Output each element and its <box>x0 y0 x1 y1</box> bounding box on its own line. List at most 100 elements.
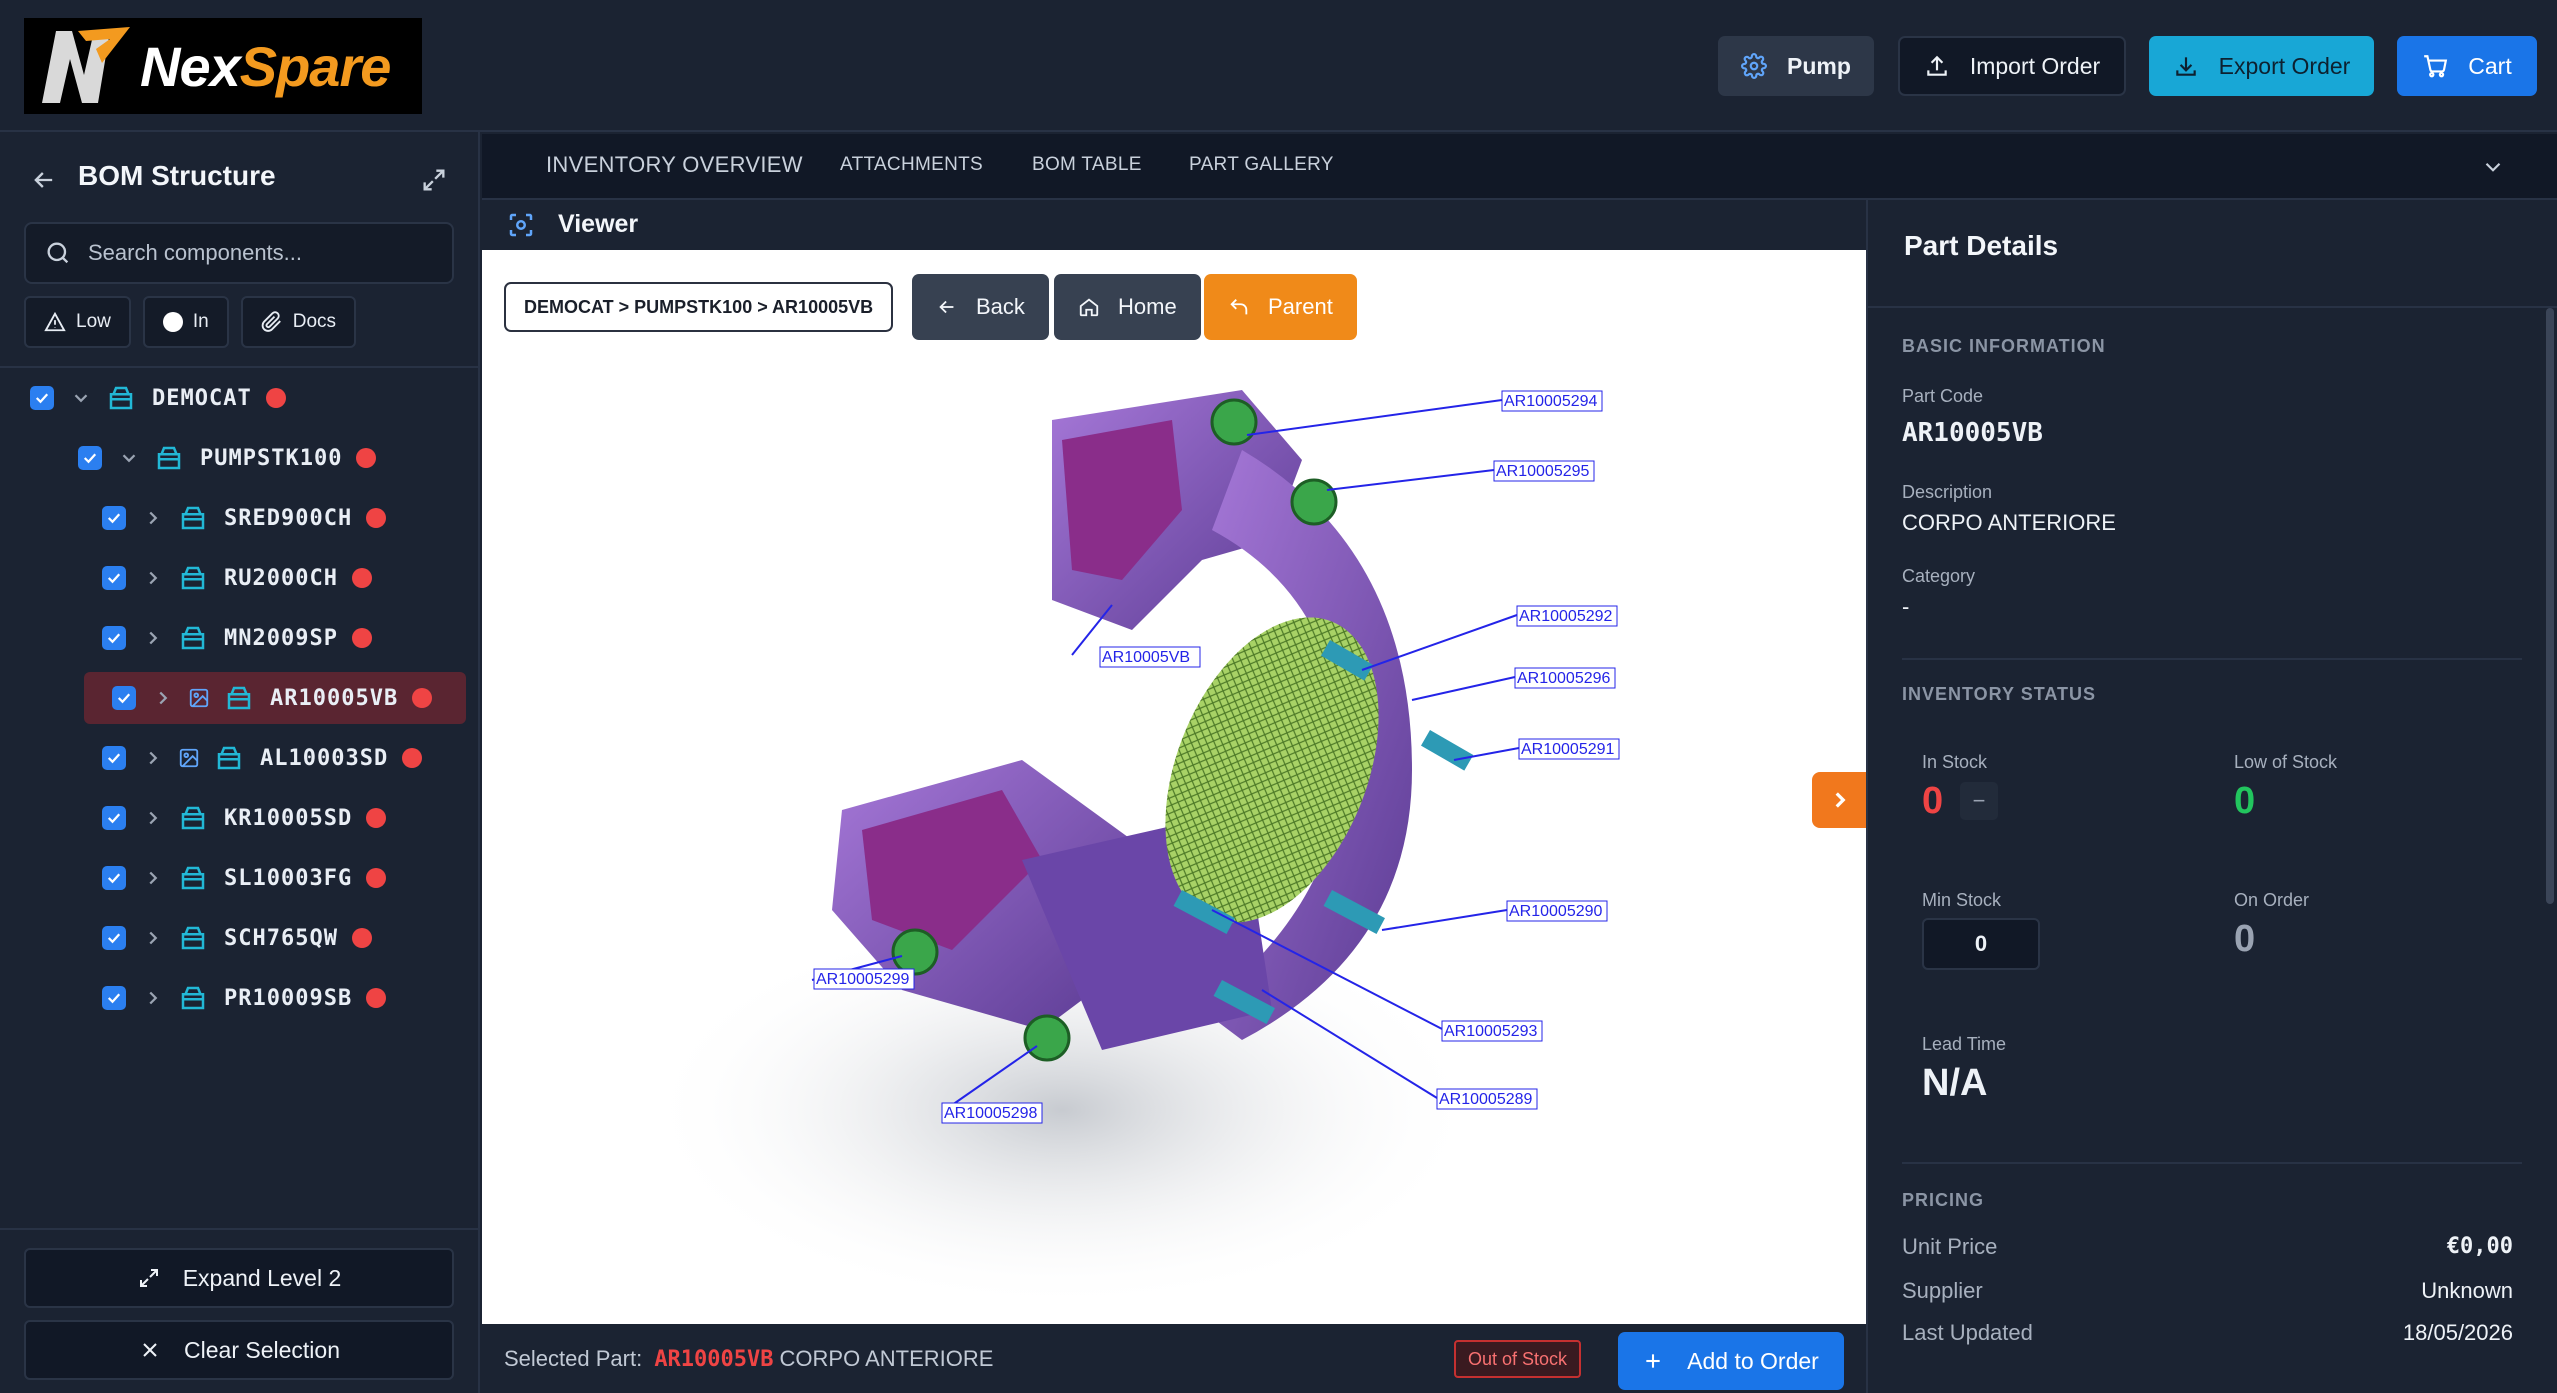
package-icon <box>217 746 241 770</box>
check-icon <box>107 513 121 524</box>
part-callout-label[interactable]: AR10005296 <box>1517 670 1611 687</box>
min-stock-field[interactable]: 0 <box>1922 918 2040 970</box>
filter-chips: Low In Docs <box>24 296 357 348</box>
package-icon <box>181 926 205 950</box>
viewer-canvas[interactable]: AR10005294 AR10005295 AR10005VB AR10005292 A… <box>482 250 1866 1324</box>
import-order-button[interactable]: Import Order <box>1898 36 2126 96</box>
filter-docs[interactable]: Docs <box>240 296 357 348</box>
expand-level-button[interactable]: Expand Level 2 <box>24 1248 454 1308</box>
tab-part-gallery[interactable]: PART GALLERY <box>1189 154 1334 176</box>
check-icon <box>35 393 49 404</box>
tree-checkbox[interactable] <box>102 566 126 590</box>
part-callout-label[interactable]: AR10005295 <box>1496 463 1590 480</box>
part-callout-label[interactable]: AR10005298 <box>944 1105 1038 1122</box>
tree-checkbox[interactable] <box>102 986 126 1010</box>
status-dot <box>265 388 286 408</box>
tree-row-pumpstk100[interactable]: PUMPSTK100 <box>0 432 478 484</box>
tree-row-label: SRED900CH <box>224 505 353 531</box>
status-badge: Out of Stock <box>1454 1340 1582 1378</box>
check-icon <box>107 633 121 644</box>
tree-checkbox[interactable] <box>78 446 102 470</box>
part-callout-label[interactable]: AR10005293 <box>1444 1023 1538 1040</box>
part-callout-label[interactable]: AR10005VB <box>1102 649 1190 666</box>
search-input[interactable] <box>88 240 428 266</box>
next-button[interactable] <box>1812 772 1866 828</box>
tree-row-pr10009sb[interactable]: PR10009SB <box>0 972 478 1024</box>
description-label: Description <box>1902 482 1993 502</box>
tree-row-mn2009sp[interactable]: MN2009SP <box>0 612 478 664</box>
part-callout-label[interactable]: AR10005289 <box>1439 1091 1533 1108</box>
tree-row-ru2000ch[interactable]: RU2000CH <box>0 552 478 604</box>
tab-inventory-overview[interactable]: INVENTORY OVERVIEW <box>546 152 803 178</box>
search-box[interactable] <box>24 222 454 284</box>
status-dot <box>356 448 377 468</box>
arrow-left-icon[interactable] <box>30 166 58 194</box>
parent-button[interactable]: Parent <box>1204 274 1357 340</box>
part-callout-label[interactable]: AR10005292 <box>1519 608 1613 625</box>
filter-low[interactable]: Low <box>24 296 131 348</box>
part-callout-label[interactable]: AR10005294 <box>1504 393 1598 410</box>
chevron-right-icon[interactable] <box>142 807 164 829</box>
check-icon <box>107 873 121 884</box>
filter-in[interactable]: In <box>142 296 229 348</box>
tab-attachments[interactable]: ATTACHMENTS <box>840 154 983 176</box>
pump-button[interactable]: Pump <box>1718 36 1874 96</box>
chevron-right-icon[interactable] <box>142 747 164 769</box>
viewer-icon <box>509 213 533 237</box>
tree-checkbox[interactable] <box>102 626 126 650</box>
check-icon <box>107 993 121 1004</box>
tree-checkbox[interactable] <box>102 506 126 530</box>
check-icon <box>107 573 121 584</box>
package-icon <box>181 626 205 650</box>
chevron-down-icon[interactable] <box>118 447 140 469</box>
pump-exploded-drawing[interactable]: AR10005294 AR10005295 AR10005VB AR10005292 A… <box>482 250 1866 1324</box>
tree-checkbox[interactable] <box>102 806 126 830</box>
part-callout-label[interactable]: AR10005290 <box>1509 903 1603 920</box>
supplier-label: Supplier <box>1902 1278 1983 1303</box>
part-callout-label[interactable]: AR10005299 <box>816 971 910 988</box>
chevron-right-icon[interactable] <box>142 927 164 949</box>
corner-up-left-icon <box>1230 299 1248 315</box>
chevron-down-icon[interactable] <box>70 387 92 409</box>
export-order-label: Export Order <box>2218 52 2351 79</box>
clear-selection-button[interactable]: Clear Selection <box>24 1320 454 1380</box>
check-icon <box>117 693 131 704</box>
export-order-button[interactable]: Export Order <box>2149 36 2374 96</box>
tree-checkbox[interactable] <box>102 866 126 890</box>
nexspare-logo[interactable]: NexSpare <box>24 18 422 114</box>
chevron-right-icon[interactable] <box>142 987 164 1009</box>
chevron-right-icon[interactable] <box>142 567 164 589</box>
part-callout-label[interactable]: AR10005291 <box>1521 741 1615 758</box>
tree-row-sred900ch[interactable]: SRED900CH <box>0 492 478 544</box>
tree-row-label: MN2009SP <box>224 625 338 651</box>
tree-row-sch765qw[interactable]: SCH765QW <box>0 912 478 964</box>
plus-icon <box>1646 1354 1660 1368</box>
tree-checkbox[interactable] <box>102 926 126 950</box>
maximize-icon[interactable] <box>420 166 448 194</box>
tree-row-label: KR10005SD <box>224 805 353 831</box>
chevron-right-icon[interactable] <box>142 627 164 649</box>
tree-row-democat[interactable]: DEMOCAT <box>0 372 478 424</box>
last-updated-label: Last Updated <box>1902 1320 2033 1345</box>
tree-checkbox[interactable] <box>112 686 136 710</box>
breadcrumb[interactable]: DEMOCAT > PUMPSTK100 > AR10005VB <box>504 282 894 332</box>
back-button[interactable]: Back <box>912 274 1049 340</box>
cart-button[interactable]: Cart <box>2397 36 2537 96</box>
chevron-right-icon[interactable] <box>152 687 174 709</box>
tree-checkbox[interactable] <box>102 746 126 770</box>
chevron-down-icon[interactable] <box>2480 154 2506 180</box>
decrement-button[interactable]: − <box>1960 782 1998 820</box>
chevron-right-icon[interactable] <box>142 867 164 889</box>
chevron-right-icon[interactable] <box>142 507 164 529</box>
tree-row-kr10005sd[interactable]: KR10005SD <box>0 792 478 844</box>
tree-row-sl10003fg[interactable]: SL10003FG <box>0 852 478 904</box>
home-button[interactable]: Home <box>1054 274 1201 340</box>
tree-row-label: AR10005VB <box>270 685 399 711</box>
tree-checkbox[interactable] <box>30 386 54 410</box>
tree-row-ar10005vb[interactable]: AR10005VB <box>84 672 466 724</box>
package-icon <box>181 506 205 530</box>
add-to-order-button[interactable]: Add to Order <box>1618 1332 1844 1390</box>
scrollbar[interactable] <box>2546 308 2554 904</box>
tree-row-al10003sd[interactable]: AL10003SD <box>0 732 478 784</box>
tab-bom-table[interactable]: BOM TABLE <box>1032 154 1142 176</box>
